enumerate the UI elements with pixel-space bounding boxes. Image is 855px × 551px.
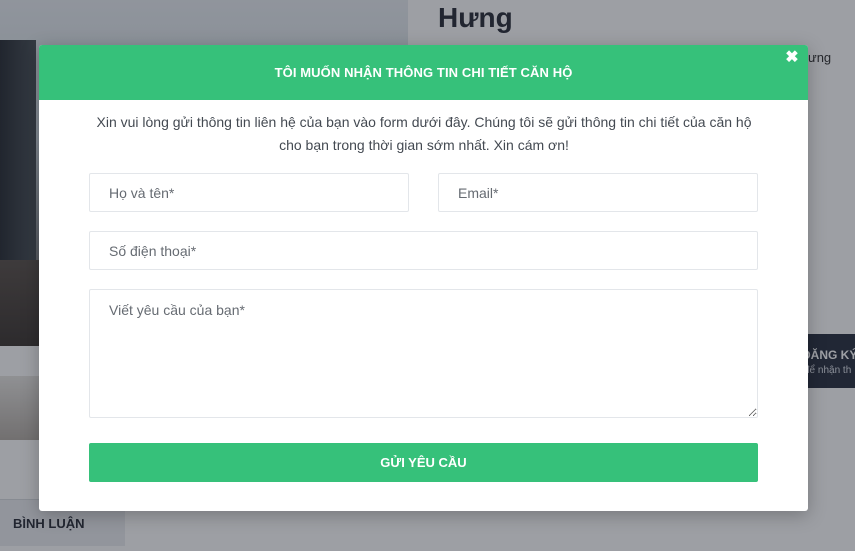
modal-header: TÔI MUỐN NHẬN THÔNG TIN CHI TIẾT CĂN HỘ: [39, 45, 808, 100]
submit-request-button[interactable]: GỬI YÊU CẦU: [89, 443, 758, 482]
message-field[interactable]: [89, 289, 758, 418]
modal-title: TÔI MUỐN NHẬN THÔNG TIN CHI TIẾT CĂN HỘ: [274, 65, 573, 80]
close-icon[interactable]: ✖: [784, 50, 800, 66]
contact-request-modal: TÔI MUỐN NHẬN THÔNG TIN CHI TIẾT CĂN HỘ …: [39, 45, 808, 511]
name-field[interactable]: [89, 173, 409, 212]
phone-field[interactable]: [89, 231, 758, 270]
email-field[interactable]: [438, 173, 758, 212]
modal-intro-text: Xin vui lòng gửi thông tin liên hệ của b…: [96, 114, 752, 153]
